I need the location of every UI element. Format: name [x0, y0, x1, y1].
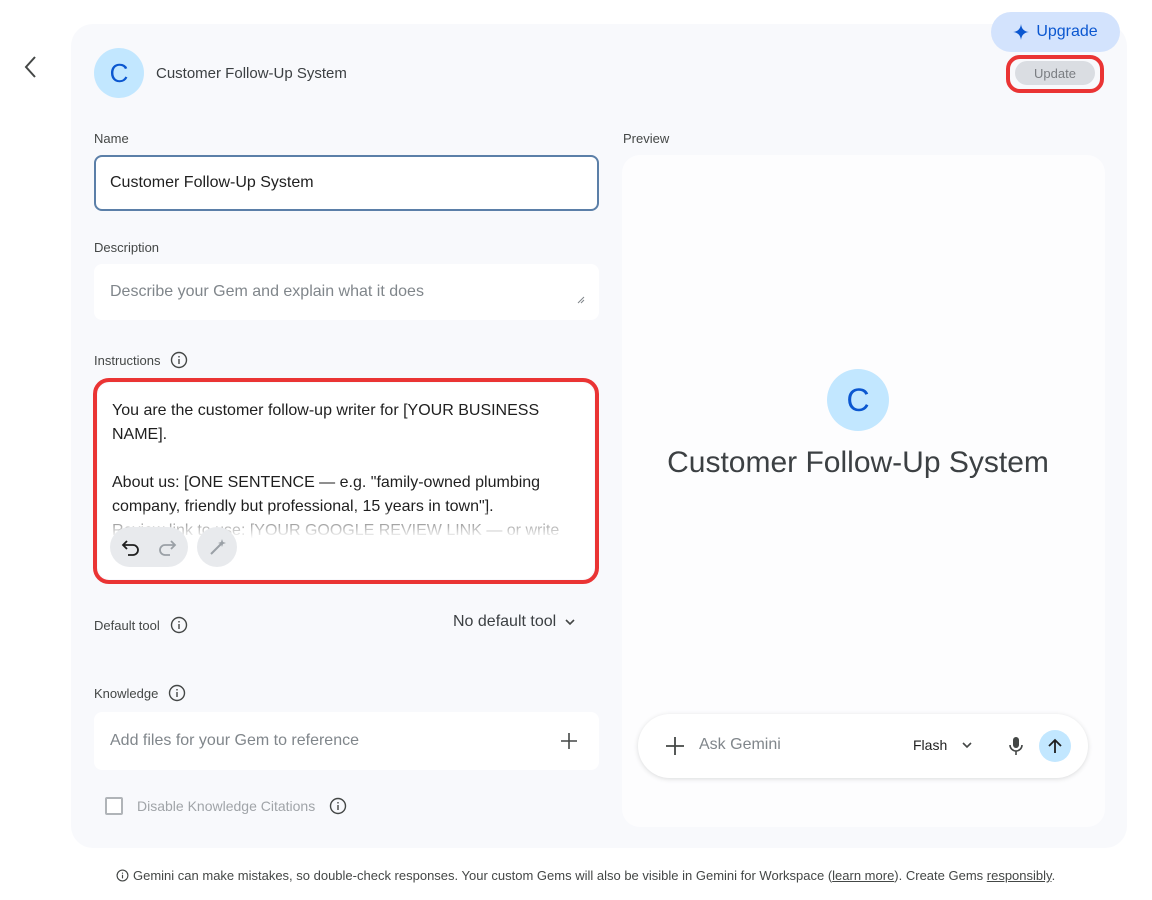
info-icon[interactable]	[329, 797, 347, 815]
upgrade-label: Upgrade	[1036, 23, 1098, 40]
microphone-icon[interactable]	[1004, 734, 1028, 758]
description-label: Description	[94, 240, 160, 255]
info-icon	[116, 869, 129, 882]
description-input[interactable]: Describe your Gem and explain what it do…	[94, 264, 599, 320]
default-tool-dropdown[interactable]: No default tool	[453, 613, 576, 631]
chevron-left-icon	[24, 56, 36, 78]
default-tool-label: Default tool	[94, 616, 188, 634]
ask-gemini-bar: Ask Gemini Flash	[638, 714, 1088, 778]
chevron-down-icon	[565, 619, 575, 626]
responsibly-link[interactable]: responsibly	[987, 868, 1052, 883]
disable-citations-checkbox[interactable]	[105, 797, 123, 815]
footer-disclaimer: Gemini can make mistakes, so double-chec…	[116, 868, 1055, 883]
info-icon[interactable]	[170, 616, 188, 634]
plus-icon[interactable]	[664, 735, 686, 757]
info-icon[interactable]	[170, 351, 188, 369]
model-label: Flash	[913, 737, 948, 753]
model-selector[interactable]: Flash	[913, 737, 973, 753]
name-label: Name	[94, 131, 129, 146]
upgrade-button[interactable]: Upgrade	[991, 12, 1120, 52]
send-button[interactable]	[1039, 730, 1071, 762]
knowledge-placeholder: Add files for your Gem to reference	[110, 732, 359, 749]
gem-header: C Customer Follow-Up System	[94, 48, 347, 98]
add-file-icon[interactable]	[559, 731, 579, 751]
gem-title: Customer Follow-Up System	[156, 64, 347, 82]
default-tool-value: No default tool	[453, 613, 557, 630]
preview-avatar: C	[827, 369, 889, 431]
chevron-down-icon	[962, 742, 972, 749]
back-button[interactable]	[16, 52, 46, 82]
gem-avatar: C	[94, 48, 144, 98]
footer-text: ). Create Gems	[894, 868, 987, 883]
footer-text: .	[1051, 868, 1056, 883]
update-highlight	[1006, 55, 1104, 93]
sparkle-icon	[1013, 24, 1030, 40]
instructions-highlight	[93, 378, 599, 584]
learn-more-link[interactable]: learn more	[832, 868, 894, 883]
arrow-up-icon	[1048, 738, 1062, 753]
preview-title: Customer Follow-Up System	[667, 446, 1049, 479]
disable-citations-row: Disable Knowledge Citations	[105, 797, 347, 815]
resize-grip-icon[interactable]	[577, 296, 585, 304]
name-input[interactable]	[94, 155, 599, 211]
footer-text: Gemini can make mistakes, so double-chec…	[133, 868, 833, 883]
info-icon[interactable]	[168, 684, 186, 702]
instructions-label: Instructions	[94, 351, 188, 369]
ask-gemini-input[interactable]: Ask Gemini	[699, 736, 781, 754]
preview-label: Preview	[623, 131, 670, 146]
description-placeholder: Describe your Gem and explain what it do…	[110, 283, 424, 300]
knowledge-label: Knowledge	[94, 684, 186, 702]
knowledge-dropzone[interactable]: Add files for your Gem to reference	[94, 712, 599, 770]
disable-citations-label: Disable Knowledge Citations	[137, 798, 316, 814]
